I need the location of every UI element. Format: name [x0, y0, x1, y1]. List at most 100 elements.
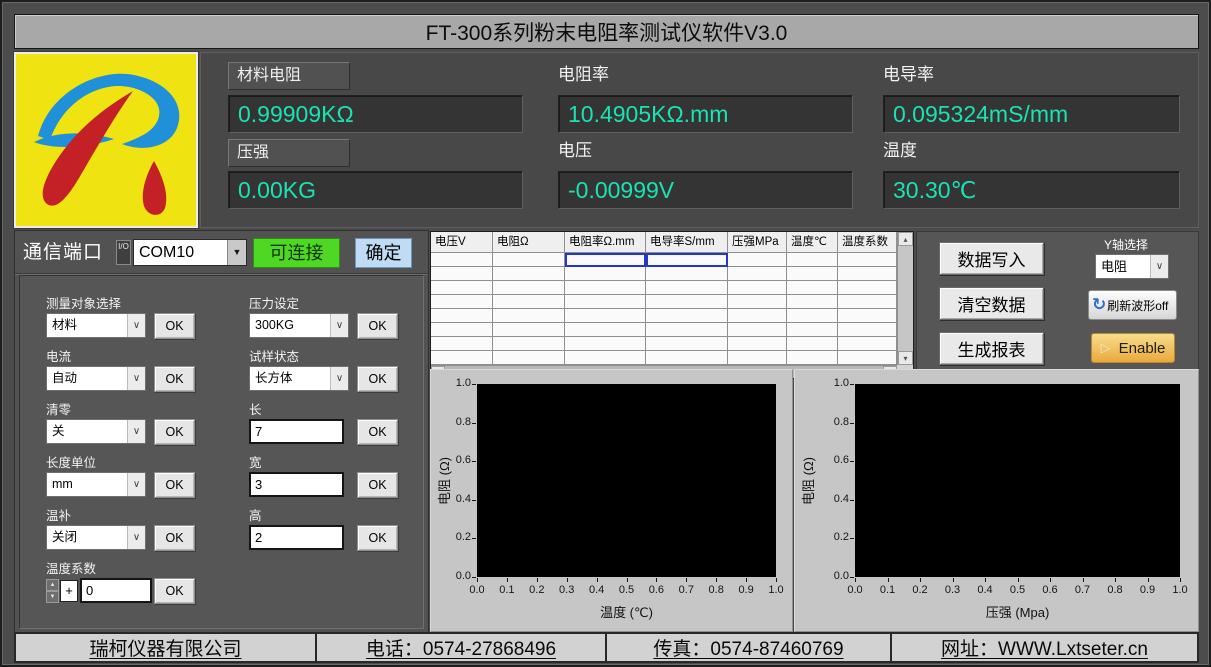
table-cell[interactable] — [431, 281, 493, 295]
table-cell[interactable] — [493, 337, 565, 351]
chevron-down-icon[interactable]: ∨ — [330, 367, 348, 390]
pressure-setting-combo[interactable]: 300KG∨ — [249, 313, 349, 338]
table-cell[interactable] — [431, 295, 493, 309]
current-combo[interactable]: 自动∨ — [46, 366, 146, 391]
chevron-down-icon[interactable]: ∨ — [127, 526, 145, 549]
table-cell[interactable] — [728, 323, 787, 337]
table-cell[interactable] — [787, 281, 838, 295]
table-cell[interactable] — [565, 337, 646, 351]
table-cell[interactable] — [728, 267, 787, 281]
table-cell[interactable] — [565, 351, 646, 365]
chevron-down-icon[interactable]: ∨ — [1150, 255, 1168, 278]
temp-coefficient-input[interactable] — [80, 578, 152, 603]
table-cell[interactable] — [493, 253, 565, 267]
write-data-button[interactable]: 数据写入 — [939, 242, 1044, 275]
length-ok-button[interactable]: OK — [357, 419, 398, 445]
length-unit-ok-button[interactable]: OK — [154, 472, 195, 498]
table-cell[interactable] — [728, 351, 787, 365]
table-cell[interactable] — [493, 309, 565, 323]
table-cell[interactable] — [493, 295, 565, 309]
temp-compensation-combo[interactable]: 关闭∨ — [46, 525, 146, 550]
table-cell[interactable] — [646, 309, 728, 323]
table-cell[interactable] — [565, 323, 646, 337]
table-cell[interactable] — [431, 337, 493, 351]
table-cell[interactable] — [431, 309, 493, 323]
chevron-down-icon[interactable]: ∨ — [127, 367, 145, 390]
length-input[interactable] — [249, 419, 344, 444]
table-cell[interactable] — [838, 309, 897, 323]
chevron-down-icon[interactable]: ∨ — [127, 473, 145, 496]
current-ok-button[interactable]: OK — [154, 366, 195, 392]
table-cell[interactable] — [787, 309, 838, 323]
table-cell[interactable] — [728, 253, 787, 267]
table-cell[interactable] — [646, 337, 728, 351]
width-input[interactable] — [249, 472, 344, 497]
sample-shape-ok-button[interactable]: OK — [357, 366, 398, 392]
scroll-up-icon[interactable]: ▴ — [898, 232, 913, 246]
table-cell[interactable] — [787, 253, 838, 267]
length-unit-combo[interactable]: mm∨ — [46, 472, 146, 497]
table-cell[interactable] — [431, 351, 493, 365]
dropdown-arrow-icon[interactable]: ▼ — [227, 240, 246, 265]
height-input[interactable] — [249, 525, 344, 550]
refresh-waveform-button[interactable]: ↻ 刷新波形off — [1088, 290, 1177, 320]
table-cell[interactable] — [838, 281, 897, 295]
table-cell[interactable] — [646, 281, 728, 295]
table-cell[interactable] — [565, 253, 646, 267]
confirm-button[interactable]: 确定 — [355, 238, 412, 268]
table-cell[interactable] — [565, 309, 646, 323]
table-cell[interactable] — [787, 351, 838, 365]
decrement-icon[interactable]: ▼ — [46, 591, 59, 603]
measure-object-ok-button[interactable]: OK — [154, 313, 195, 339]
table-cell[interactable] — [431, 253, 493, 267]
table-cell[interactable] — [493, 323, 565, 337]
table-cell[interactable] — [728, 309, 787, 323]
table-cell[interactable] — [787, 323, 838, 337]
zeroing-ok-button[interactable]: OK — [154, 419, 195, 445]
table-cell[interactable] — [728, 295, 787, 309]
table-cell[interactable] — [493, 267, 565, 281]
chevron-down-icon[interactable]: ∨ — [127, 314, 145, 337]
table-cell[interactable] — [646, 323, 728, 337]
table-cell[interactable] — [431, 267, 493, 281]
clear-data-button[interactable]: 清空数据 — [939, 287, 1044, 320]
sample-shape-combo[interactable]: 长方体∨ — [249, 366, 349, 391]
table-cell[interactable] — [838, 295, 897, 309]
enable-button[interactable]: ▷ Enable — [1091, 333, 1175, 363]
chevron-down-icon[interactable]: ∨ — [330, 314, 348, 337]
table-cell[interactable] — [565, 267, 646, 281]
table-cell[interactable] — [838, 253, 897, 267]
table-cell[interactable] — [646, 351, 728, 365]
table-cell[interactable] — [838, 351, 897, 365]
table-cell[interactable] — [431, 323, 493, 337]
table-cell[interactable] — [646, 267, 728, 281]
pressure-setting-ok-button[interactable]: OK — [357, 313, 398, 339]
table-cell[interactable] — [646, 295, 728, 309]
height-ok-button[interactable]: OK — [357, 525, 398, 551]
com-port-combo[interactable]: COM10 ▼ — [133, 239, 247, 266]
table-cell[interactable] — [493, 351, 565, 365]
connect-status-button[interactable]: 可连接 — [253, 238, 340, 268]
table-cell[interactable] — [493, 281, 565, 295]
measure-object-combo[interactable]: 材料∨ — [46, 313, 146, 338]
table-cell[interactable] — [838, 337, 897, 351]
table-cell[interactable] — [838, 323, 897, 337]
scroll-down-icon[interactable]: ▾ — [898, 351, 913, 365]
table-cell[interactable] — [565, 281, 646, 295]
table-cell[interactable] — [646, 253, 728, 267]
temp-coefficient-ok-button[interactable]: OK — [154, 578, 195, 604]
table-cell[interactable] — [787, 337, 838, 351]
table-cell[interactable] — [787, 267, 838, 281]
table-cell[interactable] — [728, 337, 787, 351]
chevron-down-icon[interactable]: ∨ — [127, 420, 145, 443]
vertical-scrollbar[interactable]: ▴▾ — [897, 232, 913, 365]
table-cell[interactable] — [838, 267, 897, 281]
report-button[interactable]: 生成报表 — [939, 332, 1044, 365]
table-cell[interactable] — [728, 281, 787, 295]
temp-compensation-ok-button[interactable]: OK — [154, 525, 195, 551]
zeroing-combo[interactable]: 关∨ — [46, 419, 146, 444]
increment-icon[interactable]: ▲ — [46, 579, 59, 591]
width-ok-button[interactable]: OK — [357, 472, 398, 498]
y-axis-combo[interactable]: 电阻 ∨ — [1095, 254, 1169, 279]
table-cell[interactable] — [787, 295, 838, 309]
